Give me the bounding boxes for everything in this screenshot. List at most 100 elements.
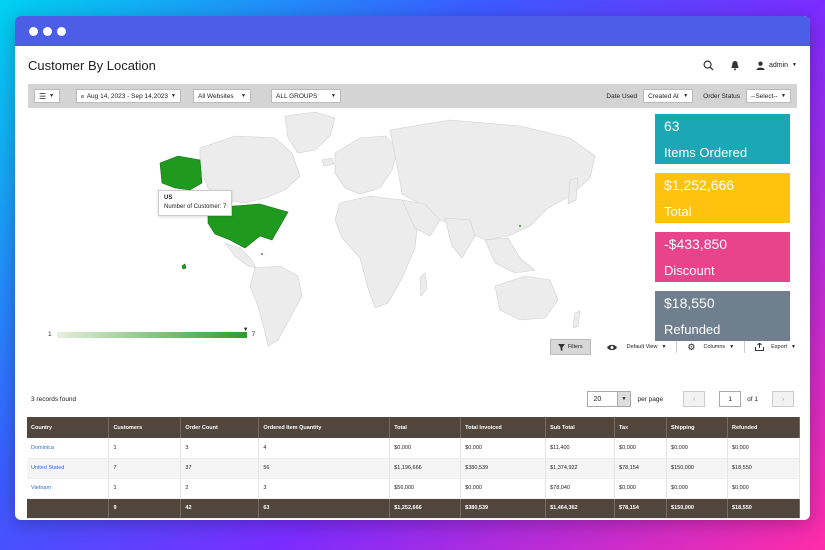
legend-marker-icon: ▼	[242, 326, 249, 333]
user-name: admin	[768, 61, 789, 69]
table-row: Vietnam 1 2 3 $56,000 $0,000 $78,040 $0,…	[27, 478, 801, 499]
world-map[interactable]: US Number of Customer: 7 1 ▼ 7	[30, 108, 640, 353]
column-header[interactable]: Order Count	[180, 417, 260, 438]
table-row: United Stated 7 37 56 $1,196,666 $380,53…	[27, 458, 801, 479]
filters-button[interactable]: Filters	[549, 339, 591, 355]
table-cell: $0,000	[614, 478, 668, 499]
card-value: -$433,850	[664, 236, 728, 252]
eye-icon	[606, 344, 617, 350]
table-cell: 1	[108, 438, 182, 459]
window-dot-icon	[57, 26, 66, 36]
table-cell: $0,000	[614, 438, 668, 459]
total-cell: $380,539	[460, 498, 547, 519]
chevron-down-icon: ▼	[49, 93, 55, 99]
map-new-zealand[interactable]	[572, 310, 581, 329]
country-link[interactable]: United Stated	[31, 465, 64, 471]
group-select[interactable]: ALL GROUPS ▼	[271, 89, 341, 103]
summary-cards: 63 Items Ordered $1,252,666 Total -$433,…	[655, 114, 790, 350]
search-icon[interactable]	[703, 60, 714, 71]
map-dominica-highlighted[interactable]	[261, 253, 263, 255]
columns-button[interactable]: ⚙ Columns ▼	[687, 342, 734, 353]
chevron-right-icon: ›	[781, 395, 785, 403]
records-count: 3 records found	[31, 395, 77, 403]
table-cell: $56,000	[389, 478, 462, 499]
table-cell: 3	[258, 478, 391, 499]
page-number-input[interactable]: 1	[719, 391, 742, 407]
order-status-select[interactable]: --Select-- ▼	[746, 89, 791, 103]
export-icon	[755, 343, 765, 351]
website-select[interactable]: All Websites ▼	[193, 89, 251, 103]
map-tooltip: US Number of Customer: 7	[158, 190, 233, 216]
order-status-value: --Select--	[751, 92, 778, 100]
per-page-select[interactable]: 20 ▼	[587, 391, 632, 407]
column-header[interactable]: Sub Total	[545, 417, 616, 438]
total-cell: $1,464,362	[545, 498, 616, 519]
column-header[interactable]: Country	[27, 417, 110, 438]
chevron-down-icon: ▼	[791, 344, 796, 350]
chevron-down-icon: ▼	[616, 392, 631, 406]
user-menu[interactable]: admin ▼	[756, 61, 797, 70]
table-cell: 7	[108, 458, 182, 479]
chevron-left-icon: ‹	[692, 395, 696, 403]
prev-page-button[interactable]: ‹	[683, 391, 706, 407]
default-view-button[interactable]: Default View ▼	[606, 344, 666, 351]
table-totals-row: 9 42 63 $1,252,666 $380,539 $1,464,362 $…	[27, 498, 801, 519]
date-used-value: Created At	[648, 92, 679, 100]
country-link[interactable]: Vietnam	[31, 485, 51, 491]
chevron-down-icon: ▼	[171, 93, 176, 99]
world-map-svg[interactable]	[30, 108, 640, 353]
card-label: Discount	[664, 263, 715, 278]
table-cell: Vietnam	[27, 478, 110, 499]
table-cell: 3	[180, 438, 260, 459]
table-cell: $18,550	[727, 458, 801, 479]
country-link[interactable]: Dominica	[31, 445, 54, 451]
map-iceland[interactable]	[321, 157, 335, 167]
map-central-america[interactable]	[224, 242, 257, 269]
export-button[interactable]: Export ▼	[755, 343, 796, 351]
total-cell: $150,000	[666, 498, 728, 519]
next-page-button[interactable]: ›	[772, 391, 794, 407]
bell-icon[interactable]	[730, 60, 740, 71]
column-header[interactable]: Customers	[108, 417, 182, 438]
table-cell: 2	[180, 478, 260, 499]
table-cell: $1,196,666	[389, 458, 462, 479]
group-value: ALL GROUPS	[276, 92, 318, 100]
date-range-picker[interactable]: Aug 14, 2023 - Sep 14,2023 ▼	[76, 89, 181, 103]
total-cell: 9	[108, 498, 182, 519]
page-of-label: of 1	[747, 395, 758, 403]
table-cell: $1,374,922	[545, 458, 616, 479]
column-header[interactable]: Refunded	[727, 417, 801, 438]
column-header[interactable]: Total	[389, 417, 462, 438]
menu-toggle-button[interactable]: ☰ ▼	[34, 89, 60, 103]
column-header[interactable]: Shipping	[666, 417, 728, 438]
date-used-select[interactable]: Created At ▼	[643, 89, 694, 103]
card-value: 63	[664, 118, 680, 134]
pager: 20 ▼ per page ‹ 1 of 1 ›	[587, 391, 794, 407]
map-greenland[interactable]	[284, 111, 336, 154]
map-hawaii-highlighted[interactable]	[181, 263, 187, 270]
table-cell: $0,000	[389, 438, 462, 459]
column-header[interactable]: Total Invoiced	[460, 417, 547, 438]
map-southeast-asia[interactable]	[484, 237, 536, 274]
map-madagascar[interactable]	[419, 272, 428, 297]
legend-max: 7	[251, 331, 256, 338]
table-cell: $150,000	[666, 458, 728, 479]
map-alaska-highlighted[interactable]	[159, 155, 203, 191]
map-australia[interactable]	[494, 275, 559, 321]
legend-min: 1	[48, 331, 52, 338]
column-header[interactable]: Tax	[614, 417, 668, 438]
grid-actions: Filters Default View ▼ ⚙ Columns ▼ Expor…	[15, 338, 810, 356]
map-vietnam-highlighted[interactable]	[519, 225, 521, 227]
map-europe[interactable]	[334, 135, 399, 195]
table-header-row: Country Customers Order Count Ordered It…	[27, 417, 801, 438]
column-header[interactable]: Ordered Item Quantity	[258, 417, 391, 438]
map-india[interactable]	[444, 217, 476, 259]
map-africa[interactable]	[334, 195, 419, 309]
map-south-america[interactable]	[249, 265, 303, 347]
total-cell: $1,252,666	[389, 498, 462, 519]
table-cell: 1	[108, 478, 182, 499]
filter-icon	[557, 343, 565, 351]
default-view-label: Default View	[626, 344, 658, 350]
filter-toolbar: ☰ ▼ Aug 14, 2023 - Sep 14,2023 ▼ All Webs…	[28, 84, 797, 108]
export-label: Export	[771, 344, 788, 350]
